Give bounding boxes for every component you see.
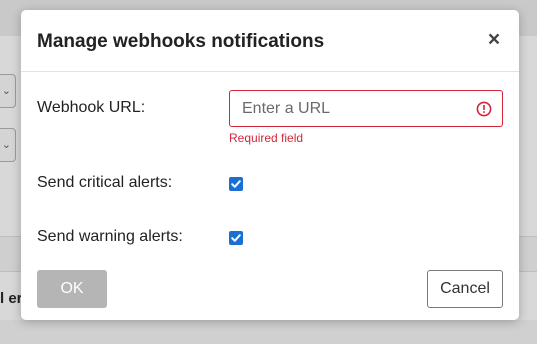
webhook-url-input[interactable] — [230, 91, 502, 126]
critical-alerts-label: Send critical alerts: — [37, 174, 173, 191]
cancel-button[interactable]: Cancel — [427, 270, 503, 308]
checkmark-icon — [231, 234, 241, 242]
critical-alerts-checkbox[interactable] — [229, 177, 243, 191]
background-lower — [0, 320, 537, 344]
ok-button[interactable]: OK — [37, 270, 107, 308]
warning-alerts-checkbox[interactable] — [229, 231, 243, 245]
webhook-url-field[interactable] — [229, 90, 503, 127]
alert-circle-icon — [476, 101, 492, 117]
close-button[interactable]: × — [485, 29, 503, 51]
background-select-2: ⌄ — [0, 128, 16, 162]
modal-title: Manage webhooks notifications — [37, 31, 325, 52]
modal-header: Manage webhooks notifications × — [21, 10, 519, 72]
chevron-down-icon: ⌄ — [1, 85, 11, 97]
chevron-down-icon: ⌄ — [1, 139, 11, 151]
webhook-url-error: Required field — [229, 131, 304, 145]
checkmark-icon — [231, 180, 241, 188]
webhook-url-label: Webhook URL: — [37, 99, 146, 116]
background-select-1: ⌄ — [0, 74, 16, 108]
warning-alerts-label: Send warning alerts: — [37, 228, 183, 245]
webhooks-modal: Manage webhooks notifications × Webhook … — [21, 10, 519, 320]
background-text: l er — [0, 290, 23, 307]
